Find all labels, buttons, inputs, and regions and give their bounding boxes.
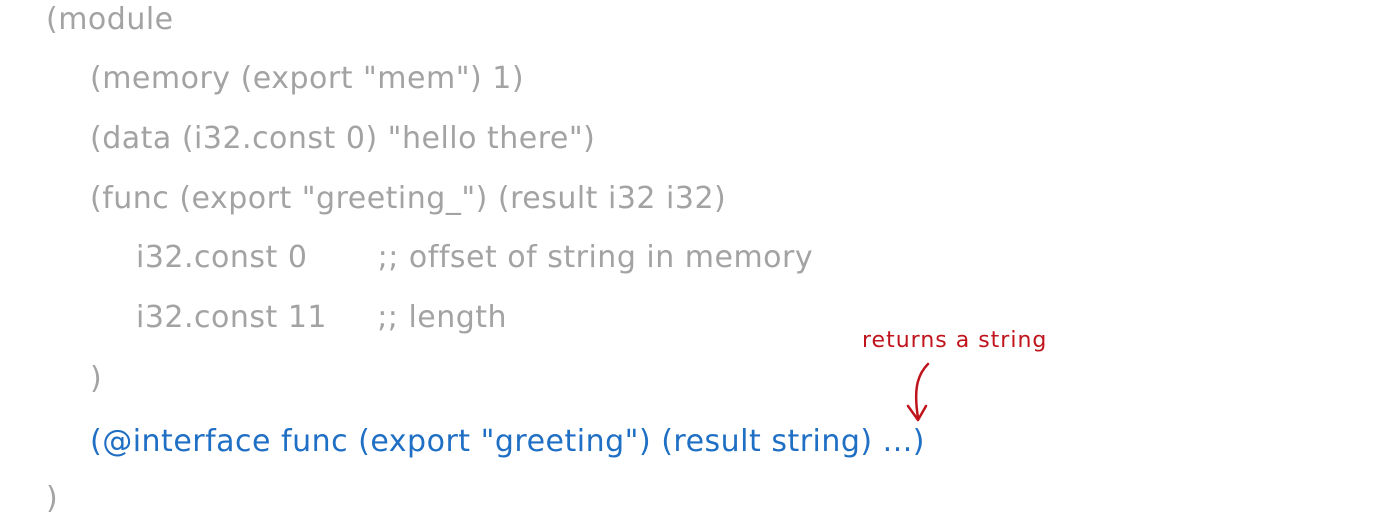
annotation-label: returns a string [862, 328, 1048, 353]
code-line-data: (data (i32.const 0) "hello there") [90, 121, 596, 156]
annotation-arrow-icon [906, 362, 930, 422]
code-diagram: (module (memory (export "mem") 1) (data … [0, 0, 1400, 516]
code-line-module-open: (module [46, 2, 174, 37]
code-line-func-close: ) [90, 361, 103, 396]
code-line-func: (func (export "greeting_") (result i32 i… [90, 181, 727, 216]
code-line-module-close: ) [46, 481, 59, 516]
code-line-offset: i32.const 0 ;; offset of string in memor… [136, 240, 814, 275]
code-line-interface: (@interface func (export "greeting") (re… [90, 424, 925, 459]
code-line-length: i32.const 11 ;; length [136, 300, 508, 335]
code-line-memory: (memory (export "mem") 1) [90, 61, 525, 96]
